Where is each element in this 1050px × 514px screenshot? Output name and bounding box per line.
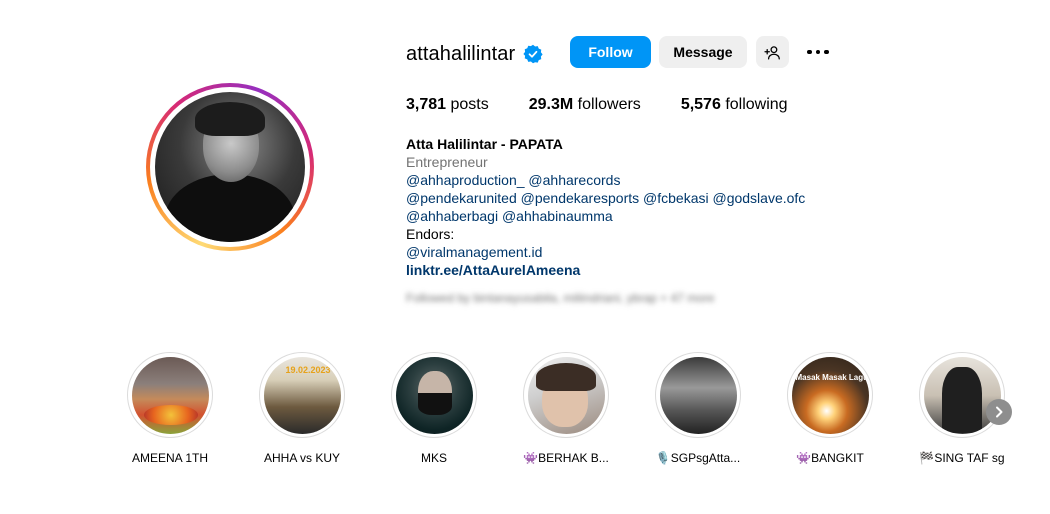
profile-avatar-story-ring[interactable]: [146, 83, 314, 251]
cover-detail: [941, 366, 982, 433]
avatar-hair: [195, 102, 265, 136]
cover-detail: [143, 404, 198, 425]
highlight-ring: [523, 352, 609, 438]
person-add-icon: [764, 45, 780, 60]
highlight-label: 👾BANGKIT: [796, 451, 864, 465]
bio-mentions-line-2[interactable]: @pendekarunited @pendekaresports @fcbeka…: [406, 189, 805, 207]
following-count: 5,576: [680, 96, 721, 113]
highlight-cover: [131, 356, 209, 434]
story-highlight[interactable]: MKS: [384, 352, 484, 465]
profile-category: Entrepreneur: [406, 154, 488, 170]
following-label: following: [725, 96, 788, 113]
highlight-cover-text: Masak Masak Lagu: [795, 372, 868, 382]
highlights-next-button[interactable]: [986, 399, 1012, 425]
avatar-hoodie: [165, 174, 295, 242]
highlight-label: 🎙️SGPsgAtta...: [655, 451, 741, 465]
highlight-cover: [659, 356, 737, 434]
profile-username: attahalilintar: [406, 43, 516, 65]
highlight-cover: 19.02.2023: [263, 356, 341, 434]
followers-label: followers: [577, 96, 641, 113]
cover-detail: [417, 392, 452, 415]
profile-header: attahalilintar Follow Message 3,781 post…: [0, 0, 1050, 514]
posts-stat: 3,781 posts: [406, 96, 489, 114]
posts-label: posts: [450, 96, 489, 113]
highlight-cover: [395, 356, 473, 434]
posts-count: 3,781: [406, 96, 447, 113]
profile-bio: Atta Halilintar - PAPATA Entrepreneur @a…: [406, 135, 805, 279]
highlight-ring: Masak Masak Lagu: [787, 352, 873, 438]
story-highlight[interactable]: 19.02.2023 AHHA vs KUY: [252, 352, 352, 465]
chevron-right-icon: [996, 406, 1003, 418]
highlight-label: MKS: [420, 451, 447, 465]
cover-detail: [535, 362, 596, 391]
followers-link[interactable]: 29.3M followers: [529, 96, 641, 114]
story-highlight[interactable]: 🎙️SGPsgAtta...: [648, 352, 748, 465]
highlight-cover-text: 19.02.2023: [285, 364, 331, 375]
bio-endors-label: Endors:: [406, 226, 455, 242]
highlight-cover: Masak Masak Lagu: [791, 356, 869, 434]
highlight-cover: [923, 356, 1001, 434]
more-dot: [815, 49, 821, 55]
highlight-ring: [127, 352, 213, 438]
profile-stats: 3,781 posts 29.3M followers 5,576 follow…: [406, 96, 828, 114]
bio-mentions-line-1[interactable]: @ahhaproduction_ @ahharecords: [406, 171, 805, 189]
follow-button[interactable]: Follow: [570, 36, 651, 68]
more-horizontal-icon: [807, 49, 812, 55]
story-highlight[interactable]: AMEENA 1TH: [120, 352, 220, 465]
highlight-label: AHHA vs KUY: [263, 451, 341, 465]
story-highlight[interactable]: Masak Masak Lagu 👾BANGKIT: [780, 352, 880, 465]
highlight-ring: [919, 352, 1005, 438]
bio-mentions-line-3[interactable]: @ahhaberbagi @ahhabinaumma: [406, 207, 805, 225]
profile-full-name: Atta Halilintar - PAPATA: [406, 136, 563, 152]
highlight-ring: 19.02.2023: [259, 352, 345, 438]
highlight-label: 🏁SING TAF sg: [919, 451, 1005, 465]
avatar[interactable]: [155, 92, 305, 242]
highlight-label: AMEENA 1TH: [131, 451, 209, 465]
story-highlight[interactable]: 👾BERHAK B...: [516, 352, 616, 465]
avatar-ring-gap: [150, 87, 310, 247]
suggested-accounts-button[interactable]: [756, 36, 789, 68]
bio-management-mention[interactable]: @viralmanagement.id: [406, 243, 805, 261]
message-button[interactable]: Message: [659, 36, 747, 68]
highlight-ring: [655, 352, 741, 438]
following-link[interactable]: 5,576 following: [681, 96, 788, 114]
highlight-ring: [391, 352, 477, 438]
verified-badge-icon: [523, 44, 543, 64]
bio-external-link[interactable]: linktr.ee/AttaAurelAmeena: [406, 261, 805, 279]
followers-count: 29.3M: [528, 96, 574, 113]
more-options-button[interactable]: [803, 42, 833, 62]
highlight-cover: [527, 356, 605, 434]
more-dot: [824, 49, 829, 55]
highlight-label: 👾BERHAK B...: [523, 451, 609, 465]
followed-by-text[interactable]: Followed by bintanayusabila, miliindrian…: [406, 291, 715, 305]
